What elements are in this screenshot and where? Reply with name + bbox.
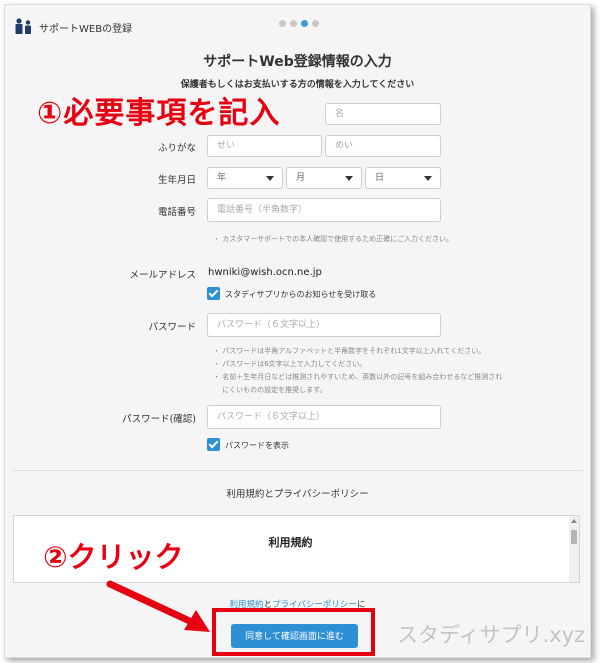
birth-month-select[interactable]: 月 xyxy=(286,167,362,189)
phone-input[interactable]: 電話番号（半角数字） xyxy=(207,198,441,222)
birth-year-select[interactable]: 年 xyxy=(207,167,283,189)
password-confirm-input[interactable]: パスワード（６文字以上） xyxy=(207,405,441,429)
phone-note: ・ カスタマーサポートでの本人確認で使用するため正確にご入力ください。 xyxy=(213,235,453,243)
section-divider xyxy=(13,470,583,471)
watermark: スタディサプリ.xyz xyxy=(397,623,586,647)
highlight-box xyxy=(212,608,375,656)
birth-day-select[interactable]: 日 xyxy=(365,167,441,189)
birth-year-value: 年 xyxy=(217,173,227,183)
step-dot-4 xyxy=(312,20,319,27)
family-icon xyxy=(15,18,31,34)
password-label: パスワード xyxy=(148,322,196,333)
phone-label: 電話番号 xyxy=(157,207,196,218)
step-dot-3 xyxy=(301,20,308,27)
password-note-3: ・ 名前＋生年月日などは推測されやすいため、英数以外の記号を組み合わせるなど推測… xyxy=(213,373,503,381)
email-label: メールアドレス xyxy=(129,270,196,281)
password-notes: ・ パスワードは半角アルファベットと半角数字をそれぞれ1文字以上入れてください。… xyxy=(213,345,502,397)
show-password-label: パスワードを表示 xyxy=(225,441,289,450)
annotation-step2: ②クリック xyxy=(43,540,184,574)
chevron-down-icon xyxy=(266,176,274,181)
scrollbar-thumb[interactable] xyxy=(571,530,577,544)
furigana-last-input[interactable]: せい xyxy=(207,135,322,157)
password-note-2: ・ パスワードは6文字以上で入力してください。 xyxy=(213,360,367,368)
chevron-down-icon xyxy=(424,176,432,181)
terms-heading: 利用規約とプライバシーポリシー xyxy=(226,489,369,500)
page-title: サポートWeb登録情報の入力 xyxy=(203,54,392,70)
chevron-down-icon xyxy=(345,176,353,181)
step-dot-2 xyxy=(290,20,297,27)
furigana-label: ふりがな xyxy=(157,143,196,154)
scroll-up-icon[interactable] xyxy=(571,519,577,523)
scrollbar[interactable] xyxy=(569,516,579,582)
show-password-checkbox[interactable] xyxy=(207,438,220,451)
newsletter-label: スタディサプリからのお知らせを受け取る xyxy=(225,290,377,299)
furigana-first-input[interactable]: めい xyxy=(325,135,441,157)
password-note-1: ・ パスワードは半角アルファベットと半角数字をそれぞれ1文字以上入れてください。 xyxy=(213,347,486,355)
red-arrow-icon xyxy=(106,580,210,632)
first-name-input[interactable]: 名 xyxy=(325,103,441,125)
brand-title: サポートWEBの登録 xyxy=(39,24,133,35)
password-note-4: にくいものの設定を推奨します。 xyxy=(213,386,327,394)
password-input[interactable]: パスワード（６文字以上） xyxy=(207,313,441,337)
top-bar: サポートWEBの登録 xyxy=(5,5,590,45)
email-value: hwniki@wish.ocn.ne.jp xyxy=(208,267,322,278)
birth-month-value: 月 xyxy=(296,173,306,183)
step-dot-1 xyxy=(279,20,286,27)
birthdate-label: 生年月日 xyxy=(157,175,196,186)
step-indicator xyxy=(279,20,319,27)
birth-day-value: 日 xyxy=(375,173,385,183)
newsletter-checkbox[interactable] xyxy=(207,287,220,300)
annotation-step1: ①必要事項を記入 xyxy=(37,96,281,131)
password-confirm-label: パスワード(確認) xyxy=(122,414,196,425)
